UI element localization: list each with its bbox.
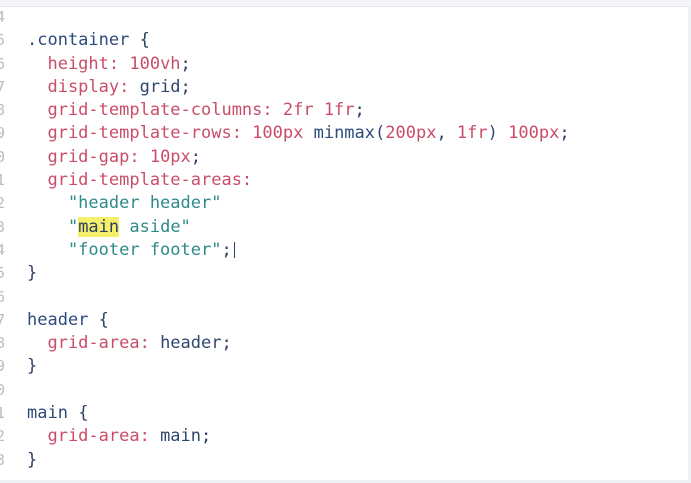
code-token: ; bbox=[190, 146, 202, 167]
line-code: grid-template-areas: bbox=[27, 169, 252, 192]
code-token: ) bbox=[487, 123, 498, 144]
code-token: } bbox=[27, 263, 38, 284]
code-token: grid-area: bbox=[27, 333, 150, 354]
code-token: 100px bbox=[497, 123, 560, 144]
code-token: grid-gap: bbox=[27, 146, 140, 167]
line-number: 4 bbox=[0, 8, 6, 26]
code-token: minmax( bbox=[303, 123, 386, 144]
code-token: , bbox=[436, 123, 457, 144]
code-token: "footer footer" bbox=[27, 239, 222, 260]
code-token: ; bbox=[559, 123, 570, 144]
code-token: grid-template-rows: bbox=[27, 123, 242, 144]
line-code: display: grid; bbox=[27, 76, 191, 99]
line-code: grid-area: main; bbox=[27, 425, 211, 448]
code-token: 10px bbox=[139, 146, 191, 167]
line-code: } bbox=[27, 355, 37, 378]
search-highlight: main bbox=[78, 216, 120, 237]
code-token: { bbox=[129, 30, 150, 51]
line-number: 8 bbox=[0, 101, 6, 120]
line-code: height: 100vh; bbox=[27, 53, 191, 76]
line-number: 9 bbox=[0, 124, 6, 143]
line-number: 1 bbox=[0, 404, 6, 423]
code-token: ; bbox=[221, 239, 232, 260]
code-token: display: bbox=[27, 76, 130, 97]
line-code: grid-template-columns: 2fr 1fr; bbox=[27, 99, 365, 122]
line-number: 2 bbox=[0, 427, 6, 446]
code-token: main bbox=[149, 426, 202, 447]
text-cursor bbox=[233, 241, 235, 258]
code-token: ; bbox=[201, 426, 212, 447]
line-number: 1 bbox=[0, 171, 6, 190]
code-token: ; bbox=[354, 100, 365, 121]
line-code: "header header" bbox=[27, 192, 222, 215]
code-token: 100px bbox=[241, 123, 304, 144]
line-number: 2 bbox=[0, 194, 6, 213]
code-token: } bbox=[27, 356, 38, 377]
line-number: 7 bbox=[0, 310, 6, 329]
line-code: .container { bbox=[27, 29, 150, 52]
code-token: { bbox=[88, 309, 109, 330]
line-number: 5 bbox=[0, 31, 6, 50]
code-token: } bbox=[27, 449, 38, 470]
line-number: 6 bbox=[0, 54, 6, 73]
editor-top-bar bbox=[0, 0, 691, 7]
line-number: 4 bbox=[0, 240, 6, 259]
code-token: main bbox=[27, 403, 68, 424]
code-token: aside" bbox=[119, 216, 191, 237]
line-code: grid-template-rows: 100px minmax(200px, … bbox=[27, 122, 570, 145]
line-code: main { bbox=[27, 402, 88, 425]
code-token: grid bbox=[129, 76, 181, 97]
line-number: 0 bbox=[0, 147, 6, 166]
code-token: grid-template-columns: bbox=[27, 100, 273, 121]
line-code: } bbox=[27, 449, 37, 472]
code-token: grid-template-areas: bbox=[27, 170, 253, 191]
code-token: 200px bbox=[385, 123, 437, 144]
code-token: " bbox=[27, 216, 79, 237]
line-number: 7 bbox=[0, 77, 6, 96]
line-code: } bbox=[27, 262, 37, 285]
code-token: ; bbox=[180, 76, 191, 97]
line-number: 0 bbox=[0, 380, 6, 399]
line-code: grid-area: header; bbox=[27, 332, 232, 355]
line-code: grid-gap: 10px; bbox=[27, 146, 201, 169]
line-code: "footer footer"; bbox=[27, 239, 235, 262]
code-token: { bbox=[67, 403, 89, 424]
code-token: .container bbox=[27, 30, 130, 51]
line-number: 3 bbox=[0, 450, 6, 469]
code-editor[interactable]: 4 5 .container {6 height: 100vh; 7 display:… bbox=[0, 0, 691, 483]
code-token: ; bbox=[221, 333, 232, 354]
code-token: header bbox=[149, 333, 222, 354]
code-token: 1fr bbox=[456, 123, 488, 144]
code-token: header bbox=[27, 309, 89, 330]
line-number: 6 bbox=[0, 287, 6, 306]
line-number: 8 bbox=[0, 334, 6, 353]
code-token: 100vh bbox=[119, 53, 181, 74]
code-token: "header header" bbox=[27, 193, 222, 214]
line-code: header { bbox=[27, 309, 109, 332]
line-number: 3 bbox=[0, 217, 6, 236]
line-number: 9 bbox=[0, 357, 6, 376]
code-token: height: bbox=[27, 53, 120, 74]
code-token: grid-area: bbox=[27, 426, 150, 447]
code-token: ; bbox=[180, 53, 191, 74]
line-number: 5 bbox=[0, 264, 6, 283]
line-code: "main aside" bbox=[27, 216, 191, 239]
code-token: 2fr 1fr bbox=[272, 100, 355, 121]
